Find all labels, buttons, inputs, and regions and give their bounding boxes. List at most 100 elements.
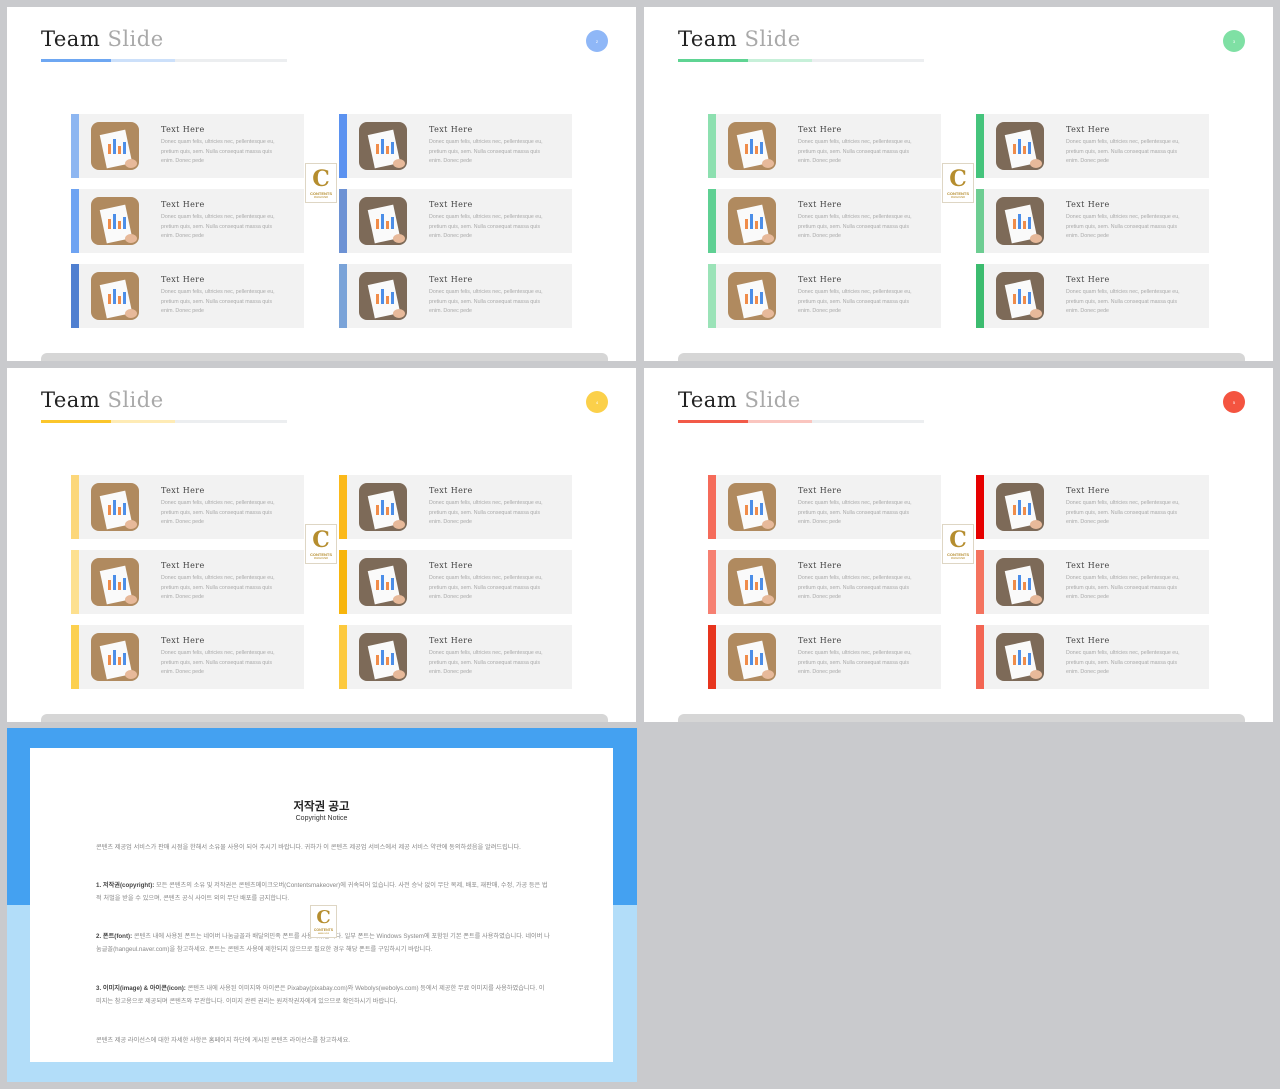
photo-chart-bar [118,507,121,515]
photo-chart-bar [391,578,394,590]
card-title: Text Here [1066,561,1110,570]
card-title: Text Here [798,561,842,570]
slide-copyright-notice[interactable]: 저작권 공고 Copyright Notice 콘텐츠 제공업 서비스가 판매 … [7,728,637,1082]
team-card[interactable]: Text Here Donec quam felis, ultricies nec… [976,475,1209,539]
card-title: Text Here [798,486,842,495]
logo-sub: MAKEOVER [950,196,966,199]
photo-chart-bar [376,144,379,154]
notice-section-image: 3. 이미지(image) & 아이콘(icon): 콘텐츠 내에 사용된 이미… [96,982,550,1008]
photo-chart-bar [1028,653,1031,665]
team-card[interactable]: Text Here Donec quam felis, ultricies nec… [976,189,1209,253]
team-card[interactable]: Text Here Donec quam felis, ultricies nec… [976,625,1209,689]
team-card[interactable]: Text Here Donec quam felis, ultricies nec… [708,189,941,253]
card-accent-bar [708,114,716,178]
card-title: Text Here [429,200,473,209]
title-word-1: Team [41,27,101,51]
contents-logo: C CONTENTS MAKEOVER [310,905,337,938]
slide-blue[interactable]: Team Slide 2 Text Here Donec quam felis, ul… [7,7,636,361]
photo-chart-bar [381,575,384,590]
photo-chart-bar [108,294,111,304]
slide-green[interactable]: Team Slide 3 Text Here Donec quam felis, ul… [644,7,1273,361]
photo-hand [125,159,137,168]
team-card[interactable]: Text Here Donec quam felis, ultricies nec… [708,114,941,178]
slide-title: Team Slide [41,27,164,51]
team-card[interactable]: Text Here Donec quam felis, ultricies nec… [339,475,572,539]
card-photo [91,633,139,681]
team-card[interactable]: Text Here Donec quam felis, ultricies nec… [339,625,572,689]
team-card[interactable]: Text Here Donec quam felis, ultricies nec… [708,264,941,328]
logo-word: CONTENTS [313,928,334,932]
photo-chart-bar [108,219,111,229]
team-card[interactable]: Text Here Donec quam felis, ultricies nec… [71,475,304,539]
slide-title: Team Slide [41,388,164,412]
title-underline-rest [812,59,924,62]
card-body: Donec quam felis, ultricies nec, pellent… [798,139,912,165]
team-card[interactable]: Text Here Donec quam felis, ultricies nec… [71,550,304,614]
photo-hand [762,234,774,243]
photo-chart-bar [755,221,758,229]
slide-red[interactable]: Team Slide 5 Text Here Donec quam felis, ul… [644,368,1273,722]
team-card[interactable]: Text Here Donec quam felis, ultricies nec… [71,625,304,689]
team-card[interactable]: Text Here Donec quam felis, ultricies nec… [708,625,941,689]
photo-chart-bar [113,500,116,515]
card-title: Text Here [161,486,205,495]
logo-letter: C [949,166,967,192]
photo-chart-bar [1023,507,1026,515]
card-body: Donec quam felis, ultricies nec, pellent… [1066,650,1180,676]
card-photo [359,197,407,245]
photo-chart-bar [1023,296,1026,304]
photo-chart-bar [745,505,748,515]
team-card[interactable]: Text Here Donec quam felis, ultricies nec… [71,189,304,253]
photo-chart-bar [386,657,389,665]
photo-chart-bar [1028,578,1031,590]
photo-chart-bar [123,578,126,590]
photo-chart-bar [750,575,753,590]
team-card[interactable]: Text Here Donec quam felis, ultricies nec… [339,264,572,328]
title-underline [41,59,111,62]
team-card[interactable]: Text Here Donec quam felis, ultricies nec… [976,114,1209,178]
photo-hand [125,520,137,529]
photo-chart-bar [750,500,753,515]
photo-chart-bar [118,221,121,229]
team-card[interactable]: Text Here Donec quam felis, ultricies nec… [976,550,1209,614]
photo-chart-bar [123,217,126,229]
team-card[interactable]: Text Here Donec quam felis, ultricies nec… [708,475,941,539]
title-underline [678,59,748,62]
team-card[interactable]: Text Here Donec quam felis, ultricies nec… [976,264,1209,328]
photo-chart-bar [386,221,389,229]
card-photo [728,558,776,606]
card-body: Donec quam felis, ultricies nec, pellent… [798,214,912,240]
card-title: Text Here [429,125,473,134]
photo-hand [125,309,137,318]
card-photo [996,558,1044,606]
card-accent-bar [71,550,79,614]
logo-letter: C [312,166,330,192]
card-accent-bar [71,189,79,253]
notice-section-copyright-body: 모든 콘텐츠의 소유 및 저작권은 콘텐츠메이크오버(Contentsmakeo… [96,882,548,902]
team-card[interactable]: Text Here Donec quam felis, ultricies nec… [71,264,304,328]
card-accent-bar [708,475,716,539]
photo-chart-bar [755,507,758,515]
photo-chart-bar [386,507,389,515]
card-body: Donec quam felis, ultricies nec, pellent… [429,500,543,526]
team-card[interactable]: Text Here Donec quam felis, ultricies nec… [339,114,572,178]
team-card[interactable]: Text Here Donec quam felis, ultricies nec… [71,114,304,178]
photo-hand [1030,520,1042,529]
photo-chart-bar [391,142,394,154]
card-accent-bar [339,475,347,539]
photo-chart-bar [391,217,394,229]
slide-yellow[interactable]: Team Slide 4 Text Here Donec quam felis, ul… [7,368,636,722]
contents-logo: C CONTENTS MAKEOVER [305,524,337,564]
team-card[interactable]: Text Here Donec quam felis, ultricies nec… [339,189,572,253]
photo-chart-bar [381,139,384,154]
photo-chart-bar [755,582,758,590]
team-card[interactable]: Text Here Donec quam felis, ultricies nec… [708,550,941,614]
notice-section-copyright-head: 1. 저작권(copyright): [96,882,155,889]
photo-chart-bar [113,214,116,229]
photo-chart-bar [760,653,763,665]
card-photo [996,483,1044,531]
team-card[interactable]: Text Here Donec quam felis, ultricies nec… [339,550,572,614]
contents-logo: C CONTENTS MAKEOVER [305,163,337,203]
photo-hand [125,595,137,604]
card-title: Text Here [161,636,205,645]
